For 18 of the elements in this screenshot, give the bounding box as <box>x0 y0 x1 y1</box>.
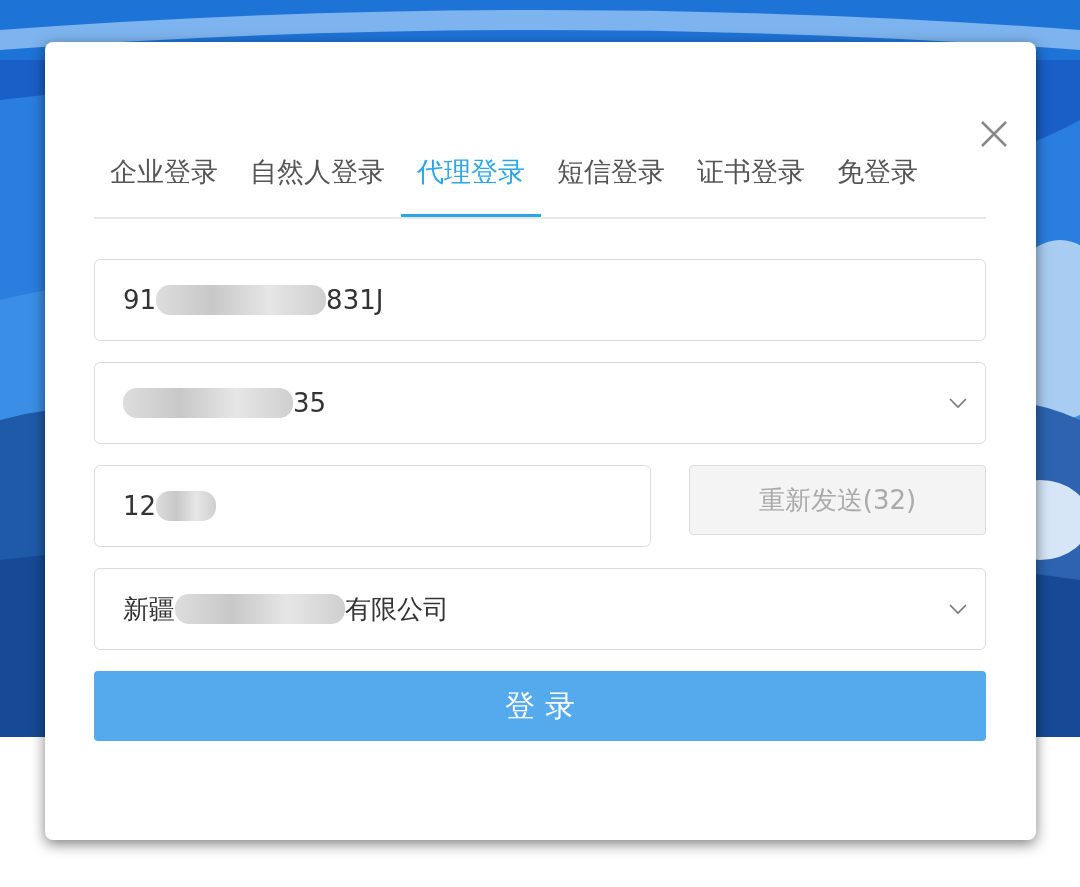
login-tab[interactable]: 自然人登录 <box>234 152 401 217</box>
field-value: 新疆 <box>123 592 175 626</box>
field-value: 有限公司 <box>345 592 449 626</box>
field-value: 831J <box>326 285 384 315</box>
login-tab[interactable]: 证书登录 <box>681 152 821 217</box>
login-tab[interactable]: 免登录 <box>821 152 934 217</box>
field-value: 12 <box>123 491 157 521</box>
login-tab[interactable]: 短信登录 <box>541 152 681 217</box>
select-field[interactable]: 35 <box>94 362 986 444</box>
chevron-down-icon[interactable] <box>949 397 967 409</box>
close-icon[interactable] <box>980 120 1008 148</box>
select-field[interactable]: 新疆 有限公司 <box>94 568 986 650</box>
chevron-down-icon[interactable] <box>949 603 967 615</box>
input-field[interactable]: 12 <box>94 465 651 547</box>
login-tab[interactable]: 企业登录 <box>94 152 234 217</box>
field-value: 35 <box>293 388 327 418</box>
input-field[interactable]: 91 831J <box>94 259 986 341</box>
field-value: 91 <box>123 285 157 315</box>
